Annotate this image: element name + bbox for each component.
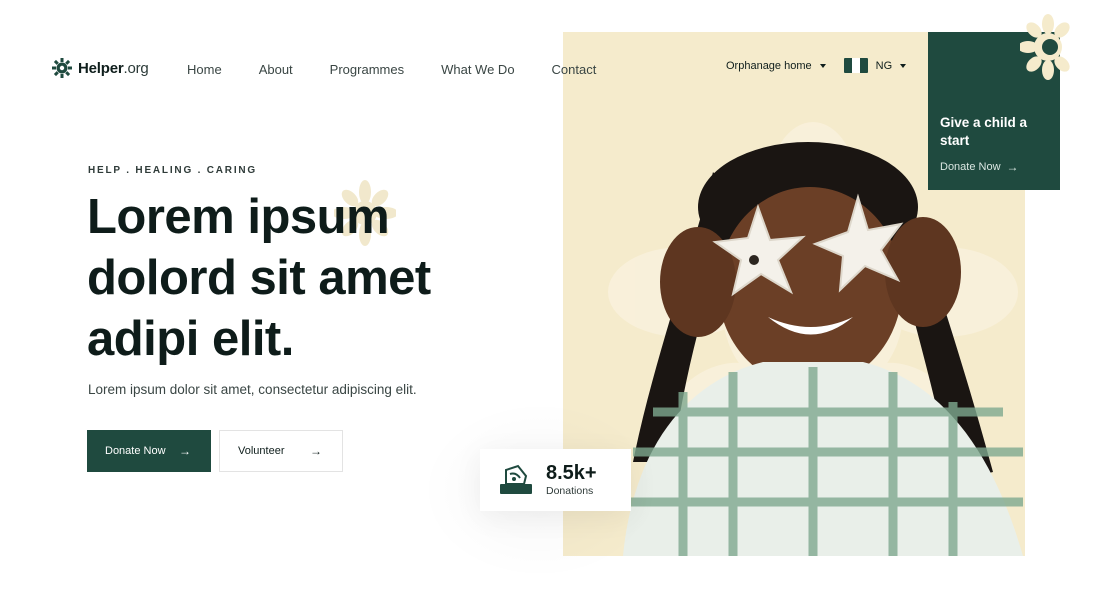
nav-link-about[interactable]: About: [259, 62, 293, 77]
category-dropdown[interactable]: Orphanage home: [726, 60, 826, 72]
headline-line-1: Lorem ipsum: [87, 190, 390, 244]
give-card-title: Give a child a start: [940, 115, 1028, 148]
sun-gear-icon: [52, 58, 72, 78]
hero-subtitle: Lorem ipsum dolor sit amet, consectetur …: [88, 382, 417, 397]
brand-logo[interactable]: Helper.org: [52, 58, 149, 78]
nav-link-contact[interactable]: Contact: [552, 62, 597, 77]
donations-stat-card: 8.5k+ Donations: [480, 449, 631, 511]
nav-link-home[interactable]: Home: [187, 62, 222, 77]
nav-link-programmes[interactable]: Programmes: [330, 62, 404, 77]
give-card-link-label: Donate Now: [940, 161, 1001, 173]
headline-line-2: dolord sit amet: [87, 251, 431, 305]
volunteer-button[interactable]: Volunteer →: [219, 430, 343, 472]
donation-hand-icon: [500, 464, 532, 494]
arrow-right-icon: →: [1006, 160, 1019, 174]
country-dropdown[interactable]: NG: [843, 58, 907, 73]
nigeria-flag-icon: [843, 58, 868, 73]
donate-now-label: Donate Now: [105, 445, 166, 457]
hero-headline: Lorem ipsum dolord sit amet adipi elit.: [87, 187, 431, 370]
arrow-right-icon: →: [179, 444, 191, 458]
country-dropdown-label: NG: [875, 59, 893, 72]
main-menu: Home About Programmes What We Do Contact: [187, 62, 633, 77]
donations-label: Donations: [546, 485, 594, 497]
nav-selectors: Orphanage home NG: [726, 58, 907, 73]
arrow-right-icon: →: [310, 444, 322, 458]
chevron-down-icon: [900, 63, 907, 68]
give-card-donate-link[interactable]: Donate Now →: [940, 160, 1060, 174]
hero-eyebrow: HELP . HEALING . CARING: [88, 165, 258, 176]
brand-name: Helper.org: [78, 59, 149, 77]
category-dropdown-label: Orphanage home: [726, 59, 812, 72]
headline-line-3: adipi elit.: [87, 312, 294, 366]
flower-decoration-icon: [1020, 14, 1070, 80]
volunteer-label: Volunteer: [238, 445, 285, 457]
nav-link-what-we-do[interactable]: What We Do: [441, 62, 514, 77]
donations-text: 8.5k+ Donations: [546, 463, 597, 497]
donations-value: 8.5k+: [546, 462, 597, 484]
chevron-down-icon: [819, 63, 826, 68]
donate-now-button[interactable]: Donate Now →: [87, 430, 211, 472]
